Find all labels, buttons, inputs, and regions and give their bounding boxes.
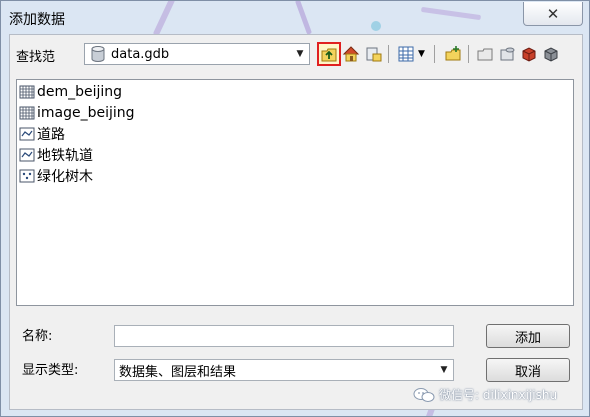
home-folder-button[interactable] [340,43,362,65]
dialog-body: 查找范 data.gdb ▼ ▼ dem_beijing image_beiji… [9,34,583,410]
connect-folder-icon [366,47,382,62]
catalog-button[interactable] [496,43,518,65]
name-label: 名称: [22,329,53,344]
list-item-label: image_beijing [37,105,135,121]
up-one-level-icon [321,48,337,62]
list-item-label: dem_beijing [37,84,123,100]
list-item-label: 地铁轨道 [37,148,93,164]
name-input[interactable] [114,325,454,347]
close-icon: ✕ [546,4,560,23]
window-title: 添加数据 [9,12,65,28]
list-item-label: 道路 [37,127,65,143]
point-feature-class-icon [19,169,35,183]
line-feature-class-icon [19,148,35,162]
chevron-down-icon[interactable]: ▼ [291,44,309,64]
connect-folder-button[interactable] [362,43,384,65]
raster-dataset-icon [19,106,35,120]
add-data-dialog: 添加数据 ✕ 查找范 data.gdb ▼ ▼ dem_beijing imag… [0,0,590,417]
toolbox-button[interactable] [518,43,540,65]
list-item[interactable]: 道路 [19,124,65,144]
up-one-level-button[interactable] [317,42,341,66]
show-type-dropdown[interactable]: 数据集、图层和结果 ▼ [114,359,454,381]
wechat-icon [413,387,435,402]
view-list-icon [398,46,414,62]
file-list[interactable]: dem_beijing image_beijing 道路 地铁轨道 绿化树木 [16,79,574,306]
cube-button[interactable] [540,43,562,65]
look-in-dropdown[interactable]: data.gdb ▼ [84,43,310,65]
list-item[interactable]: dem_beijing [19,82,122,102]
watermark-text: 微信号: dilixinxijishu [439,388,558,402]
view-menu-button[interactable]: ▼ [394,43,428,65]
chevron-down-icon: ▼ [418,49,425,59]
show-type-label: 显示类型: [22,363,79,378]
folder-connection-icon [477,48,493,61]
cancel-button[interactable]: 取消 [486,358,570,382]
chevron-down-icon[interactable]: ▼ [435,360,453,380]
look-in-label: 查找范 [16,50,56,65]
toolbox-icon [522,47,536,62]
toolbar-separator [388,45,389,63]
list-item[interactable]: image_beijing [19,103,135,123]
list-item[interactable]: 绿化树木 [19,166,93,186]
toolbar-separator [434,45,435,63]
watermark: 微信号: dilixinxijishu [413,386,557,403]
folder-connection-button[interactable] [474,43,496,65]
new-folder-icon [445,46,461,61]
geodatabase-icon [91,46,105,62]
add-button[interactable]: 添加 [486,324,570,348]
toolbar-separator [468,45,469,63]
cube-icon [544,47,558,62]
look-in-value: data.gdb [111,46,170,62]
list-item[interactable]: 地铁轨道 [19,145,93,165]
title-bar[interactable]: 添加数据 ✕ [1,1,589,35]
new-folder-button[interactable] [442,43,464,65]
show-type-value: 数据集、图层和结果 [119,364,237,380]
list-item-label: 绿化树木 [37,169,93,185]
line-feature-class-icon [19,127,35,141]
raster-dataset-icon [19,85,35,99]
home-folder-icon [342,46,360,62]
catalog-icon [500,47,515,61]
close-button[interactable]: ✕ [523,2,583,26]
